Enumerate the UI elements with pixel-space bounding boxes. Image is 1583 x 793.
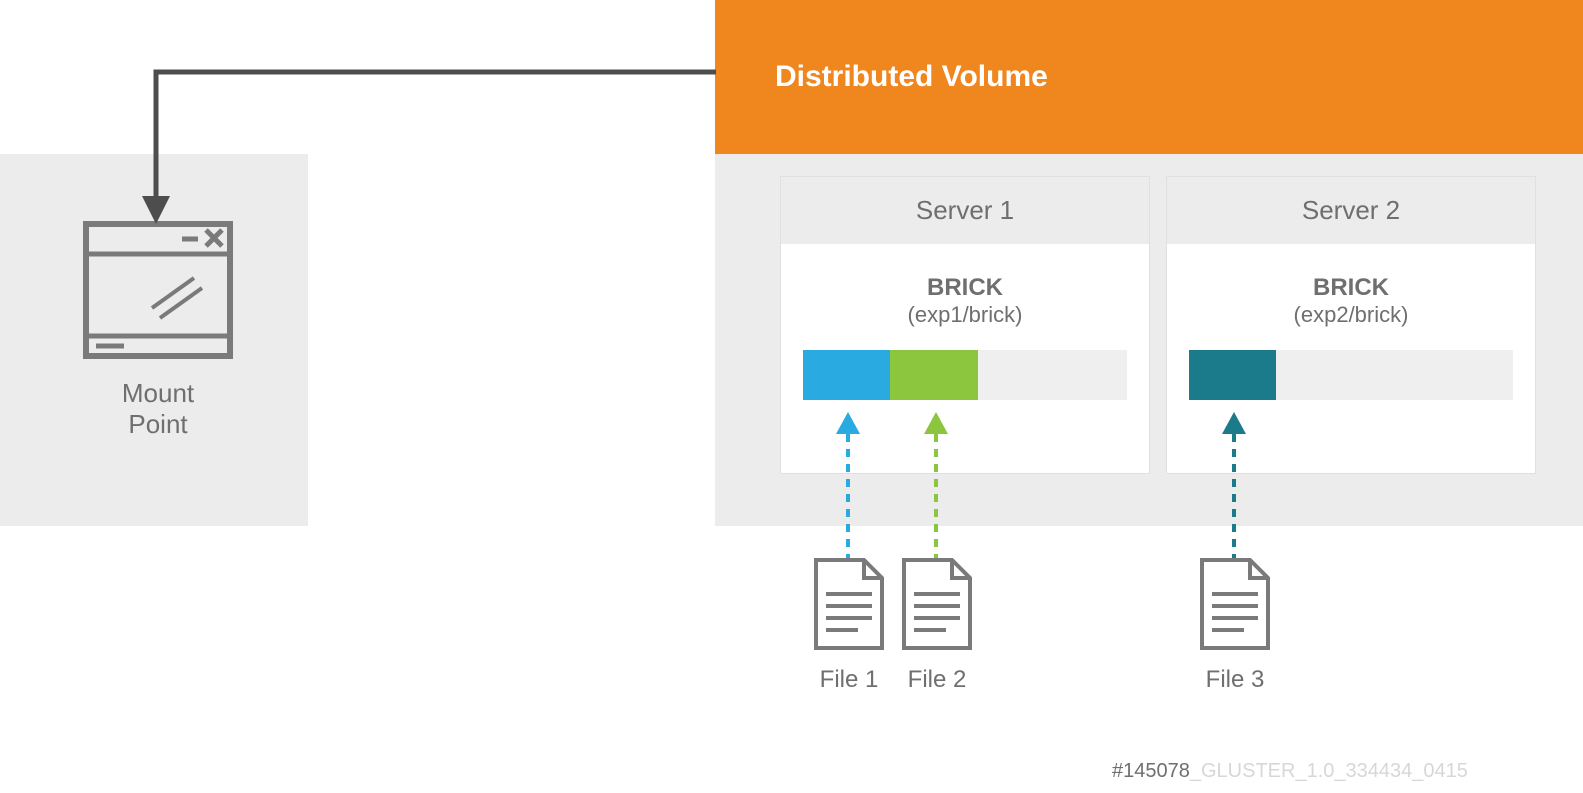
footer-faded: _GLUSTER_1.0_334434_0415 — [1190, 760, 1468, 782]
window-icon — [82, 220, 234, 360]
file-arrow-1 — [836, 412, 860, 562]
server-1-header: Server 1 — [781, 177, 1149, 244]
footer-id: #145078_GLUSTER_1.0_334434_0415 — [1112, 760, 1468, 783]
volume-title: Distributed Volume — [775, 60, 1048, 93]
file-label-3: File 3 — [1186, 666, 1284, 694]
server-2-brick-title: BRICK — [1167, 274, 1535, 302]
file-icon-2 — [900, 556, 974, 652]
mount-point-line2: Point — [128, 409, 187, 439]
file-arrow-3 — [1222, 412, 1246, 562]
server-1-brick-title: BRICK — [781, 274, 1149, 302]
volume-header: Distributed Volume — [715, 0, 1583, 154]
server-2-bar — [1189, 350, 1513, 400]
mount-point-line1: Mount — [122, 378, 194, 408]
server-1-seg-1 — [803, 350, 890, 400]
server-2-brick-path: (exp2/brick) — [1167, 302, 1535, 328]
server-2-seg-1 — [1189, 350, 1276, 400]
footer-visible: #145078 — [1112, 760, 1190, 782]
file-label-2: File 2 — [888, 666, 986, 694]
server-1-seg-2 — [890, 350, 977, 400]
server-1-bar — [803, 350, 1127, 400]
mount-point-label: Mount Point — [82, 378, 234, 440]
server-2-header: Server 2 — [1167, 177, 1535, 244]
file-arrow-2 — [924, 412, 948, 562]
file-icon-1 — [812, 556, 886, 652]
connector-arrow — [0, 0, 760, 240]
file-label-1: File 1 — [800, 666, 898, 694]
file-icon-3 — [1198, 556, 1272, 652]
server-1-brick-path: (exp1/brick) — [781, 302, 1149, 328]
